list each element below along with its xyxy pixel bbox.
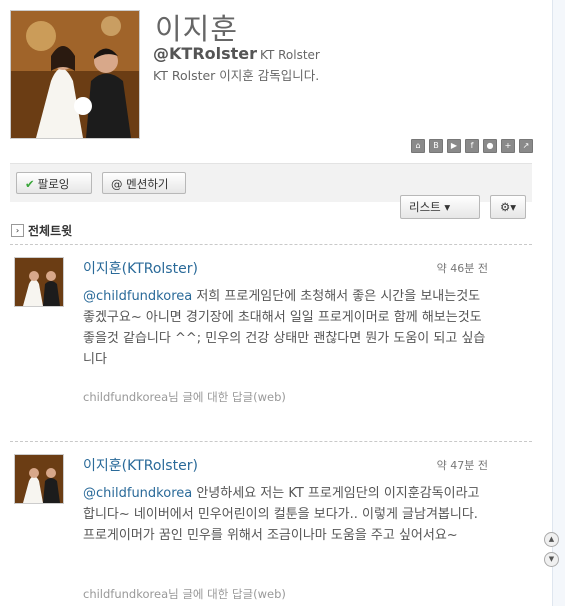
youtube-icon[interactable]: ▶	[447, 139, 461, 153]
list-label: 리스트 ▾	[409, 200, 451, 214]
page-scrollbar[interactable]	[552, 0, 565, 606]
scroll-up-button[interactable]: ▲	[544, 532, 559, 547]
tweet-text: @childfundkorea 안녕하세요 저는 KT 프로게임단의 이지훈감독…	[83, 483, 493, 546]
divider	[10, 441, 532, 442]
gear-icon: ⚙▾	[499, 200, 517, 214]
chevron-right-icon: ›	[11, 224, 24, 237]
tweet-meta: childfundkorea님 글에 대한 답글(web)	[83, 390, 286, 404]
profile-handle: @KTRolster KT Rolster	[153, 44, 320, 63]
mention-label: @ 멘션하기	[111, 177, 169, 191]
avatar[interactable]	[14, 454, 64, 504]
profile-bio: KT Rolster 이지훈 감독입니다.	[153, 68, 320, 83]
follow-label: 팔로잉	[37, 177, 70, 191]
mention-link[interactable]: @childfundkorea	[83, 486, 192, 501]
tweet-meta: childfundkorea님 글에 대한 답글(web)	[83, 587, 286, 601]
mention-link[interactable]: @childfundkorea	[83, 289, 192, 304]
social-icons: ⌂ B ▶ f ● + ↗	[411, 139, 533, 153]
me2day-icon[interactable]: ●	[483, 139, 497, 153]
tweet-item: 이지훈(KTRolster) 약 46분 전 @childfundkorea 저…	[10, 257, 532, 437]
tweet-author[interactable]: 이지훈(KTRolster)	[83, 258, 198, 278]
tweet-time[interactable]: 약 47분 전	[437, 457, 488, 473]
facebook-icon[interactable]: f	[465, 139, 479, 153]
plus-icon[interactable]: +	[501, 139, 515, 153]
profile-photo	[10, 10, 140, 139]
display-name: KT Rolster	[260, 48, 320, 62]
check-icon: ✔	[25, 177, 35, 191]
profile-name: 이지훈	[155, 12, 239, 46]
blog-icon[interactable]: B	[429, 139, 443, 153]
home-icon[interactable]: ⌂	[411, 139, 425, 153]
tweet-time[interactable]: 약 46분 전	[437, 260, 488, 276]
tweet-text: @childfundkorea 저희 프로게임단에 초청해서 좋은 시간을 보내…	[83, 286, 493, 370]
section-title: 전체트윗	[28, 224, 73, 238]
avatar[interactable]	[14, 257, 64, 307]
mention-button[interactable]: @ 멘션하기	[102, 172, 186, 194]
tweet-author[interactable]: 이지훈(KTRolster)	[83, 455, 198, 475]
list-dropdown-button[interactable]: 리스트 ▾	[400, 195, 480, 219]
divider	[10, 244, 532, 245]
external-link-icon[interactable]: ↗	[519, 139, 533, 153]
handle-text: @KTRolster	[153, 44, 258, 63]
scroll-down-button[interactable]: ▼	[544, 552, 559, 567]
follow-button[interactable]: ✔ 팔로잉	[16, 172, 92, 194]
section-toggle[interactable]: › 전체트윗	[11, 222, 72, 239]
tweet-item: 이지훈(KTRolster) 약 47분 전 @childfundkorea 안…	[10, 454, 532, 604]
gear-dropdown-button[interactable]: ⚙▾	[490, 195, 526, 219]
